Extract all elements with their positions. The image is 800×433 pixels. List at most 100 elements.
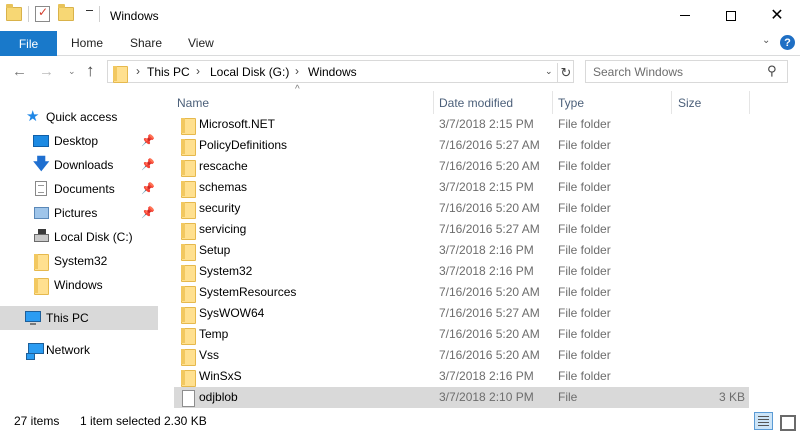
file-date: 7/16/2016 5:20 AM [439,327,540,341]
search-input[interactable] [593,64,763,80]
file-type: File folder [558,369,611,383]
expand-ribbon-icon[interactable]: ⌄ [762,35,770,46]
maximize-button[interactable] [708,0,754,31]
file-size: 3 KB [718,390,745,404]
tab-share[interactable]: Share [130,36,162,50]
sidebar-item-network[interactable]: Network [0,338,158,362]
file-type: File folder [558,180,611,194]
folder-icon [180,243,196,261]
table-row[interactable]: PolicyDefinitions 7/16/2016 5:27 AM File… [174,135,749,156]
maximize-icon [726,10,736,21]
ribbon-tabs: File Home Share View ⌄ ? [0,31,800,56]
folder-icon [180,117,196,135]
table-row[interactable]: odjblob 3/7/2018 2:10 PM File 3 KB [174,387,749,408]
table-row[interactable]: System32 3/7/2018 2:16 PM File folder [174,261,749,282]
sidebar-item-documents[interactable]: Documents 📌 [0,177,158,201]
toolbar-divider [99,6,100,22]
file-type: File folder [558,285,611,299]
tab-home[interactable]: Home [71,36,103,50]
close-button[interactable]: ✕ [754,0,800,31]
column-divider[interactable] [749,91,750,114]
column-divider[interactable] [433,91,434,114]
selection-size: 2.30 KB [164,414,207,428]
file-type: File [558,390,578,404]
pin-icon[interactable]: 📌 [141,134,155,147]
details-view-icon[interactable] [754,412,773,430]
file-type: File folder [558,222,611,236]
column-header-size[interactable]: Size [678,91,701,114]
pin-icon[interactable]: 📌 [141,182,155,195]
properties-icon[interactable] [35,5,50,22]
file-name: servicing [199,222,247,236]
file-type: File folder [558,306,611,320]
new-folder-icon[interactable] [58,4,74,21]
file-date: 7/16/2016 5:20 AM [439,285,540,299]
chevron-right-icon[interactable]: › [136,64,140,78]
file-name: security [199,201,241,215]
recent-locations-icon[interactable]: ⌄ [68,66,76,77]
column-divider[interactable] [671,91,672,114]
file-date: 7/16/2016 5:27 AM [439,306,540,320]
table-row[interactable]: servicing 7/16/2016 5:27 AM File folder [174,219,749,240]
table-row[interactable]: SysWOW64 7/16/2016 5:27 AM File folder [174,303,749,324]
column-header-type[interactable]: Type [558,91,584,114]
vertical-scrollbar[interactable] [787,89,800,407]
column-header-date[interactable]: Date modified [439,91,513,114]
sidebar-item-label: Quick access [46,110,118,124]
file-name: WinSxS [199,369,242,383]
breadcrumb-local-disk-g[interactable]: Local Disk (G:) [210,65,289,79]
sidebar-item-local-disk-c[interactable]: Local Disk (C:) [0,225,158,249]
table-row[interactable]: Temp 7/16/2016 5:20 AM File folder [174,324,749,345]
chevron-down-icon[interactable]: ⌄ [545,66,553,77]
help-icon[interactable]: ? [780,35,795,50]
pin-icon[interactable]: 📌 [141,158,155,171]
folder-icon [112,65,128,83]
sidebar-item-quick-access[interactable]: ★ Quick access [0,105,158,129]
table-row[interactable]: Setup 3/7/2018 2:16 PM File folder [174,240,749,261]
chevron-right-icon[interactable]: › [295,64,299,78]
sidebar-item-label: Downloads [54,158,114,172]
sidebar-item-this-pc[interactable]: This PC [0,306,158,330]
sidebar-item-windows[interactable]: Windows [0,273,158,297]
column-divider[interactable] [552,91,553,114]
table-row[interactable]: WinSxS 3/7/2018 2:16 PM File folder [174,366,749,387]
sidebar-item-label: Pictures [54,206,98,220]
forward-arrow-icon[interactable]: → [39,63,54,80]
table-row[interactable]: schemas 3/7/2018 2:15 PM File folder [174,177,749,198]
table-row[interactable]: rescache 7/16/2016 5:20 AM File folder [174,156,749,177]
title-bar: Windows ✕ [0,0,800,31]
breadcrumb-this-pc[interactable]: This PC [147,65,190,79]
navigation-bar: ← → ⌄ ↑ › This PC › Local Disk (G:) › Wi… [0,56,800,89]
address-bar[interactable]: › This PC › Local Disk (G:) › Windows ⌄ … [107,60,574,83]
folder-icon [180,138,196,156]
chevron-right-icon[interactable]: › [196,64,200,78]
sidebar-item-downloads[interactable]: 🡇 Downloads 📌 [0,153,158,177]
status-bar: 27 items 1 item selected 2.30 KB [0,409,800,433]
quick-access-toolbar [6,4,106,22]
sidebar-item-label: This PC [46,311,89,325]
up-arrow-icon[interactable]: ↑ [86,61,95,81]
column-header-name[interactable]: Name [177,91,209,114]
sidebar-item-system32[interactable]: System32 [0,249,158,273]
sidebar-item-pictures[interactable]: Pictures 📌 [0,201,158,225]
table-row[interactable]: Vss 7/16/2016 5:20 AM File folder [174,345,749,366]
large-icons-view-icon[interactable] [777,412,796,431]
customize-toolbar-icon[interactable] [86,9,93,11]
refresh-icon[interactable]: ↻ [557,63,574,82]
folder-icon [180,348,196,366]
table-row[interactable]: Microsoft.NET 3/7/2018 2:15 PM File fold… [174,114,749,135]
folder-icon [180,369,196,387]
tab-view[interactable]: View [188,36,214,50]
table-row[interactable]: security 7/16/2016 5:20 AM File folder [174,198,749,219]
sidebar-item-desktop[interactable]: Desktop 📌 [0,129,158,153]
pin-icon[interactable]: 📌 [141,206,155,219]
table-row[interactable]: SystemResources 7/16/2016 5:20 AM File f… [174,282,749,303]
file-date: 7/16/2016 5:20 AM [439,201,540,215]
tab-file[interactable]: File [0,31,57,56]
file-name: Setup [199,243,231,257]
back-arrow-icon[interactable]: ← [12,63,27,80]
minimize-button[interactable] [662,0,708,31]
search-box[interactable]: ⚲ [585,60,788,83]
breadcrumb-windows[interactable]: Windows [308,65,357,79]
search-icon[interactable]: ⚲ [767,63,777,79]
